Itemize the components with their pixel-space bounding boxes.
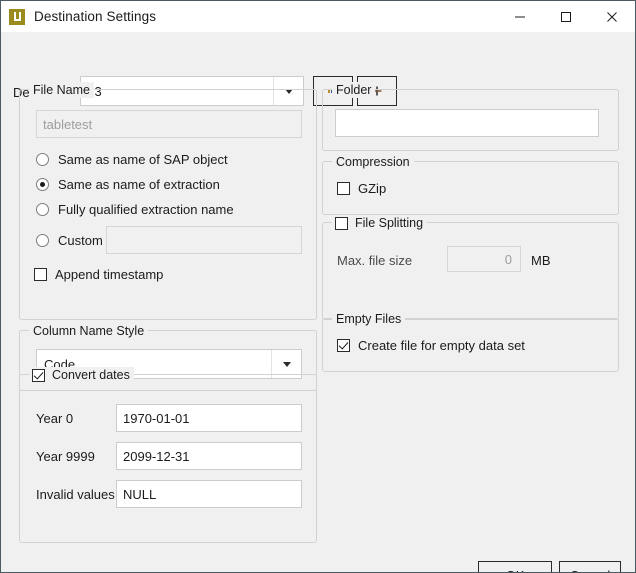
- convert-dates-label: Convert dates: [52, 368, 130, 382]
- checkbox-indicator: [337, 339, 350, 352]
- file-splitting-group: File Splitting Max. file size 0 MB: [322, 215, 619, 320]
- file-name-group: File Name tabletest Same as name of SAP …: [19, 82, 317, 320]
- checkbox-label: Append timestamp: [55, 267, 164, 282]
- year-9999-input[interactable]: 2099-12-31: [116, 442, 302, 470]
- year-9999-label: Year 9999: [36, 449, 95, 464]
- max-file-size-unit: MB: [531, 253, 551, 268]
- checkbox-label: GZip: [358, 181, 387, 196]
- cancel-button[interactable]: Cancel: [559, 561, 621, 573]
- window-controls: [497, 1, 635, 32]
- compression-group-title: Compression: [332, 154, 414, 170]
- invalid-values-input[interactable]: NULL: [116, 480, 302, 508]
- custom-file-name-input[interactable]: [106, 226, 302, 254]
- radio-label: Same as name of extraction: [58, 177, 220, 192]
- checkbox-indicator: [337, 182, 350, 195]
- radio-fully-qualified-extraction-name[interactable]: Fully qualified extraction name: [36, 202, 234, 217]
- radio-same-as-extraction[interactable]: Same as name of extraction: [36, 177, 220, 192]
- u-logo-icon: [9, 8, 25, 25]
- checkbox-indicator: [34, 268, 47, 281]
- destination-settings-dialog: Destination Settings Destination s3: [0, 0, 636, 573]
- file-name-preview-input: tabletest: [36, 110, 302, 138]
- create-file-for-empty-data-set-checkbox[interactable]: Create file for empty data set: [337, 338, 525, 353]
- close-icon[interactable]: [589, 1, 635, 32]
- max-file-size-label: Max. file size: [337, 253, 413, 268]
- title-bar: Destination Settings: [1, 1, 635, 32]
- radio-label: Same as name of SAP object: [58, 152, 228, 167]
- maximize-icon[interactable]: [543, 1, 589, 32]
- radio-label: Fully qualified extraction name: [58, 202, 234, 217]
- radio-indicator: [36, 178, 49, 191]
- column-name-style-group-title: Column Name Style: [29, 323, 149, 339]
- folder-group: Folder: [322, 82, 619, 151]
- convert-dates-group-title[interactable]: Convert dates: [29, 367, 134, 383]
- convert-dates-group: Convert dates Year 0 1970-01-01 Year 999…: [19, 367, 317, 543]
- year-0-input[interactable]: 1970-01-01: [116, 404, 302, 432]
- ok-button-label: OK: [506, 568, 525, 573]
- folder-input[interactable]: [335, 109, 599, 137]
- compression-group: Compression GZip: [322, 154, 619, 215]
- checkbox-indicator[interactable]: [335, 216, 348, 230]
- append-timestamp-checkbox[interactable]: Append timestamp: [34, 267, 163, 282]
- empty-files-group-title: Empty Files: [332, 311, 406, 327]
- checkbox-label: Create file for empty data set: [358, 338, 525, 353]
- minimize-icon[interactable]: [497, 1, 543, 32]
- max-file-size-input: 0: [447, 246, 521, 272]
- gzip-checkbox[interactable]: GZip: [337, 181, 386, 196]
- invalid-values-label: Invalid values: [36, 487, 115, 502]
- cancel-button-label: Cancel: [570, 568, 610, 573]
- dialog-body: Destination s3 File Name tabletest Same …: [1, 32, 635, 572]
- empty-files-group: Empty Files Create file for empty data s…: [322, 311, 619, 372]
- radio-same-as-sap-object[interactable]: Same as name of SAP object: [36, 152, 228, 167]
- radio-label: Custom: [58, 233, 103, 248]
- window-title: Destination Settings: [34, 9, 157, 24]
- year-0-label: Year 0: [36, 411, 74, 426]
- file-splitting-label: File Splitting: [355, 216, 424, 230]
- radio-custom[interactable]: Custom: [36, 233, 103, 248]
- file-splitting-group-title[interactable]: File Splitting: [332, 215, 428, 231]
- radio-indicator: [36, 203, 49, 216]
- radio-indicator: [36, 234, 49, 247]
- checkbox-indicator[interactable]: [32, 368, 45, 382]
- folder-group-title: Folder: [332, 82, 376, 98]
- ok-button[interactable]: OK: [478, 561, 552, 573]
- radio-indicator: [36, 153, 49, 166]
- file-name-group-title: File Name: [29, 82, 94, 98]
